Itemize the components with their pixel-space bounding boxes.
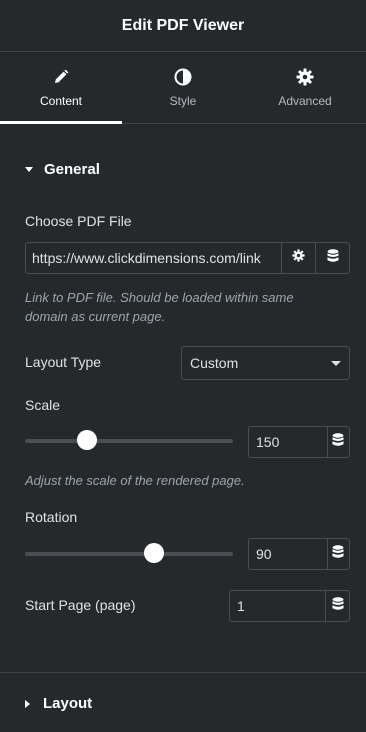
database-icon (332, 544, 344, 564)
panel-title: Edit PDF Viewer (0, 0, 366, 52)
scale-help: Adjust the scale of the rendered page. (25, 473, 245, 488)
start-page-control (229, 590, 350, 622)
pdf-file-help: Link to PDF file. Should be loaded withi… (25, 290, 294, 324)
pdf-url-settings-button[interactable] (281, 243, 315, 273)
rotation-slider-handle[interactable] (143, 543, 164, 563)
scale-label: Scale (25, 397, 61, 413)
rotation-input[interactable] (249, 539, 327, 569)
scale-slider[interactable] (25, 430, 233, 450)
layout-type-value: Custom (190, 355, 239, 371)
chevron-down-icon (331, 360, 341, 366)
tab-content-label: Content (39, 94, 83, 108)
scale-input[interactable] (249, 427, 327, 457)
database-icon (332, 596, 344, 616)
pdf-url-dynamic-tags-button[interactable] (315, 243, 349, 273)
tab-content[interactable]: Content (0, 52, 122, 124)
scale-slider-handle[interactable] (77, 430, 98, 450)
scale-dynamic-tags-button[interactable] (326, 427, 349, 457)
gear-icon (292, 249, 305, 267)
tab-style-label: Style (169, 94, 197, 108)
scale-control (248, 426, 350, 458)
database-icon (332, 432, 344, 452)
pdf-file-label: Choose PDF File (25, 213, 132, 229)
rotation-slider[interactable] (25, 543, 233, 563)
layout-section-toggle[interactable]: Layout (25, 695, 92, 712)
editor-panel: Edit PDF Viewer Content Style Advanced G… (0, 0, 366, 732)
contrast-icon (173, 67, 193, 87)
rotation-label: Rotation (25, 509, 78, 525)
rotation-dynamic-tags-button[interactable] (326, 539, 349, 569)
pdf-file-control (25, 242, 350, 274)
database-icon (327, 248, 339, 268)
pencil-icon (51, 67, 71, 87)
tab-advanced-label: Advanced (278, 94, 332, 108)
rotation-control (248, 538, 350, 570)
caret-down-icon (25, 167, 33, 172)
general-section-title: General (44, 161, 100, 178)
general-section: General Choose PDF File https://www.clic… (0, 124, 366, 673)
layout-section-title: Layout (43, 695, 93, 712)
general-section-toggle[interactable]: General (25, 161, 100, 178)
start-page-dynamic-tags-button[interactable] (325, 591, 349, 621)
tab-advanced[interactable]: Advanced (244, 52, 366, 123)
layout-type-label: Layout Type (25, 354, 102, 370)
gear-icon (295, 67, 315, 87)
panel-tabs: Content Style Advanced (0, 52, 366, 124)
tab-style[interactable]: Style (122, 52, 244, 123)
start-page-label: Start Page (page) (25, 597, 136, 613)
pdf-url-input[interactable] (26, 243, 281, 273)
layout-type-select[interactable]: Custom (181, 346, 350, 380)
start-page-input[interactable] (230, 591, 326, 621)
caret-right-icon (25, 699, 30, 708)
